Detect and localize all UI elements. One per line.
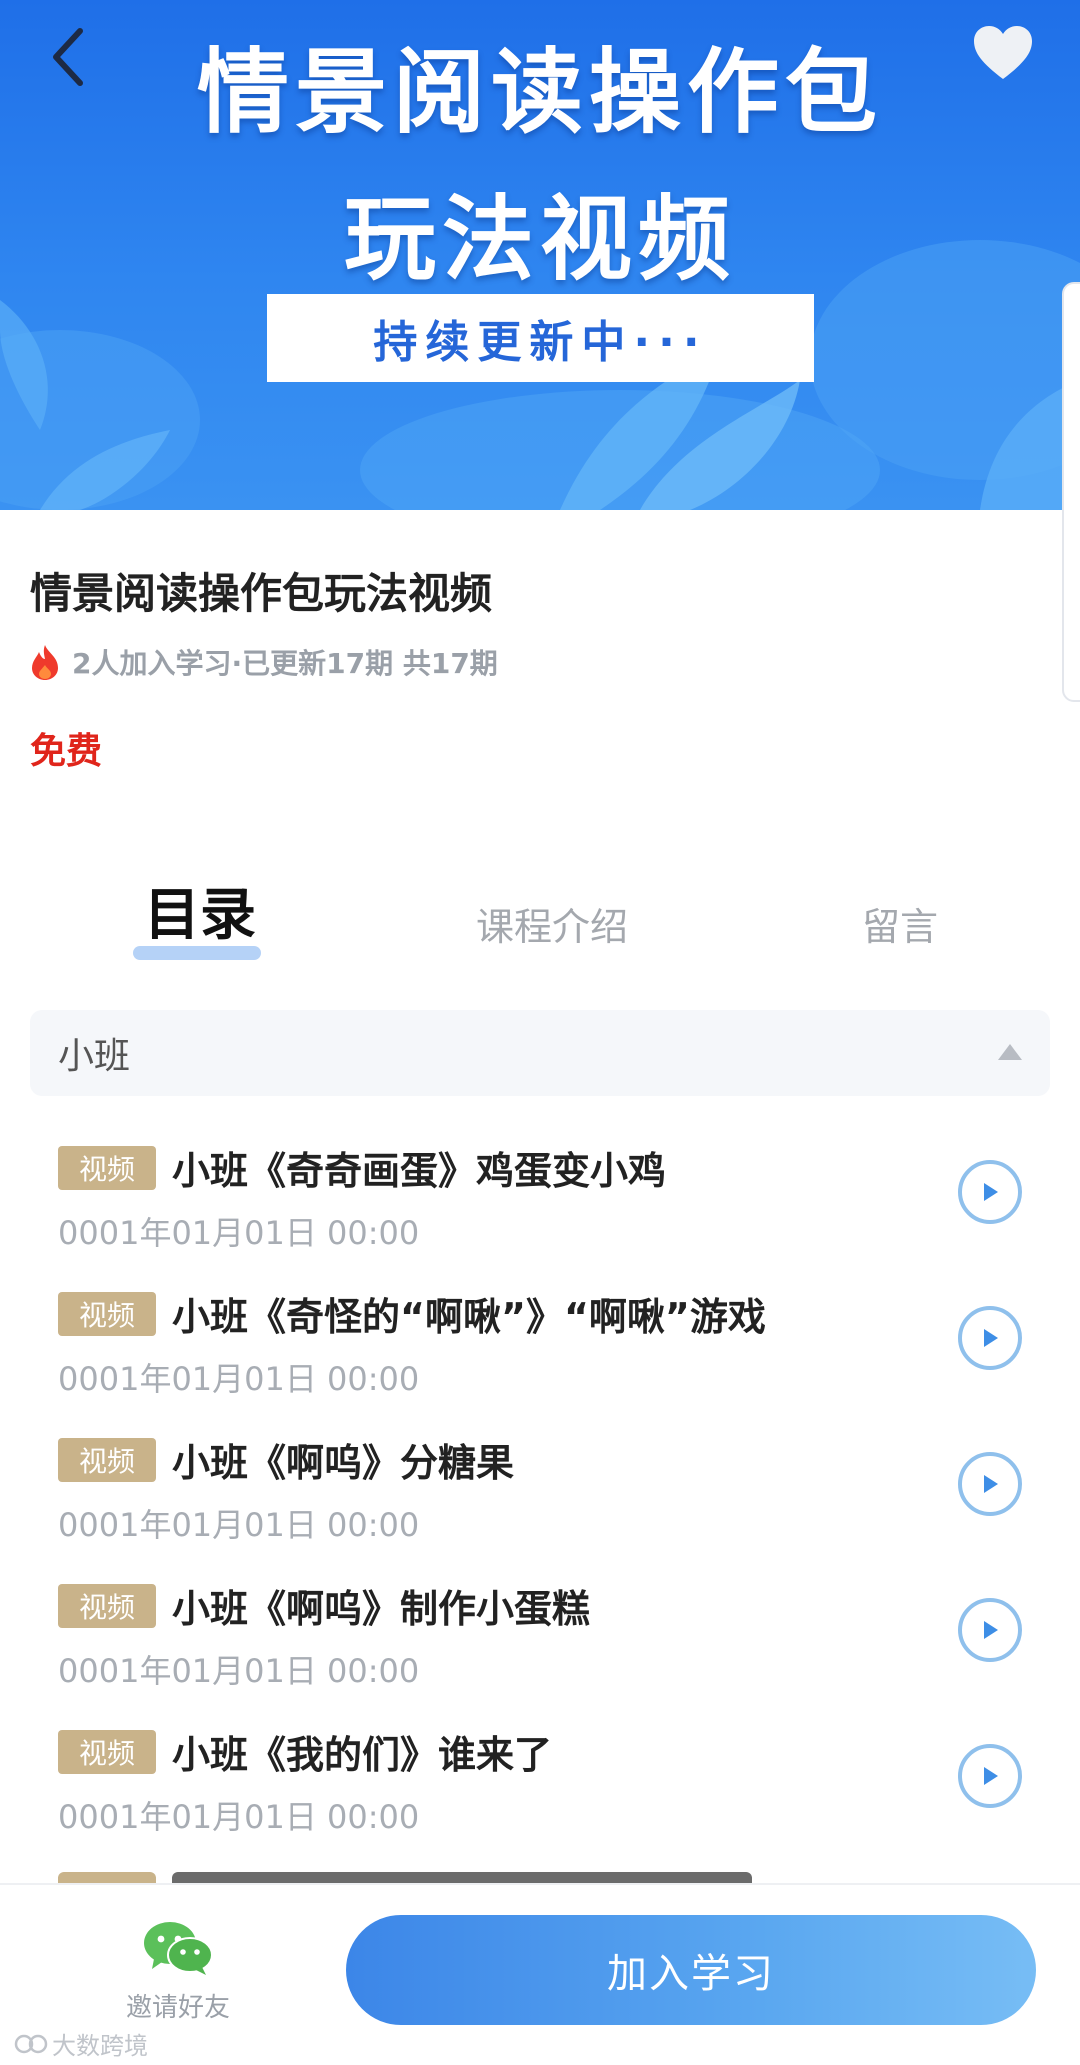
lesson-title: 小班《啊呜》分糖果 (172, 1441, 515, 1485)
lesson-type-tag: 视频 (58, 1292, 156, 1336)
join-study-button[interactable]: 加入学习 (346, 1915, 1036, 2025)
invite-friends-label: 邀请好友 (125, 1993, 230, 2023)
favorite-button[interactable] (968, 20, 1038, 86)
course-stats-text: 2人加入学习·已更新17期 共17期 (72, 647, 498, 680)
lesson-date: 0001年01月01日 00:00 (58, 1214, 420, 1252)
banner-title-line2: 玩法视频 (343, 186, 736, 293)
list-item[interactable]: 视频 小班《我的们》谁来了 0001年01月01日 00:00 (0, 1730, 1080, 1876)
lesson-date: 0001年01月01日 00:00 (58, 1360, 420, 1398)
banner-update-box: 持续更新中··· (267, 294, 814, 382)
play-icon (984, 1329, 998, 1347)
play-icon (984, 1183, 998, 1201)
lesson-title: 小班《奇怪的“啊啾”》“啊啾”游戏 (172, 1295, 766, 1339)
watermark: 大数跨境 (14, 2026, 148, 2061)
list-item[interactable]: 视频 小班《奇怪的“啊啾”》“啊啾”游戏 0001年01月01日 00:00 (0, 1292, 1080, 1438)
lesson-type-tag: 视频 (58, 1438, 156, 1482)
watermark-logo-icon (14, 2034, 48, 2053)
wechat-icon (144, 1922, 213, 1975)
fire-icon (32, 645, 58, 680)
list-item[interactable]: 视频 小班《啊呜》制作小蛋糕 0001年01月01日 00:00 (0, 1584, 1080, 1730)
play-icon (984, 1475, 998, 1493)
course-price: 免费 (30, 731, 103, 772)
lesson-title: 小班《奇奇画蛋》鸡蛋变小鸡 (172, 1149, 667, 1193)
join-study-label: 加入学习 (607, 1951, 775, 1997)
tab-comments[interactable]: 留言 (862, 896, 938, 951)
play-button[interactable] (958, 1598, 1022, 1662)
course-title: 情景阅读操作包玩法视频 (30, 569, 493, 618)
lesson-title: 小班《我的们》谁来了 (172, 1733, 553, 1777)
tab-course-intro[interactable]: 课程介绍 (476, 896, 628, 951)
invite-friends-button[interactable]: 邀请好友 (118, 1919, 238, 2024)
course-page: 情景阅读操作包 玩法视频 持续更新中··· 情景阅读操作包玩法视频 2人加入学习… (0, 0, 1080, 2065)
lesson-type-tag: 视频 (58, 1146, 156, 1190)
watermark-text: 大数跨境 (52, 2032, 148, 2060)
tab-bar: 目录 课程介绍 留言 (0, 880, 1080, 980)
triangle-up-icon (998, 1044, 1022, 1060)
section-header[interactable]: 小班 (30, 1010, 1050, 1096)
back-button[interactable] (38, 22, 98, 92)
list-item[interactable]: 视频 小班《奇奇画蛋》鸡蛋变小鸡 0001年01月01日 00:00 (0, 1146, 1080, 1292)
play-button[interactable] (958, 1744, 1022, 1808)
play-icon (984, 1767, 998, 1785)
section-title: 小班 (58, 1036, 131, 1077)
lesson-date: 0001年01月01日 00:00 (58, 1652, 420, 1690)
play-button[interactable] (958, 1306, 1022, 1370)
lesson-date: 0001年01月01日 00:00 (58, 1506, 420, 1544)
lesson-title: 小班《啊呜》制作小蛋糕 (172, 1587, 591, 1631)
course-banner: 情景阅读操作包 玩法视频 持续更新中··· (0, 0, 1080, 510)
side-drawer-handle[interactable] (1062, 282, 1080, 702)
course-stats: 2人加入学习·已更新17期 共17期 (30, 642, 498, 682)
lesson-type-tag: 视频 (58, 1730, 156, 1774)
chevron-left-icon (53, 28, 83, 86)
lesson-date: 0001年01月01日 00:00 (58, 1798, 420, 1836)
list-item[interactable]: 视频 小班《啊呜》分糖果 0001年01月01日 00:00 (0, 1438, 1080, 1584)
lesson-type-tag: 视频 (58, 1584, 156, 1628)
play-icon (984, 1621, 998, 1639)
heart-icon (974, 26, 1032, 79)
tab-catalog[interactable]: 目录 (144, 870, 256, 951)
banner-title-line1: 情景阅读操作包 (196, 39, 883, 146)
play-button[interactable] (958, 1452, 1022, 1516)
play-button[interactable] (958, 1160, 1022, 1224)
bottom-action-bar: 邀请好友 加入学习 (0, 1883, 1080, 2065)
banner-update-text: 持续更新中··· (373, 317, 708, 368)
